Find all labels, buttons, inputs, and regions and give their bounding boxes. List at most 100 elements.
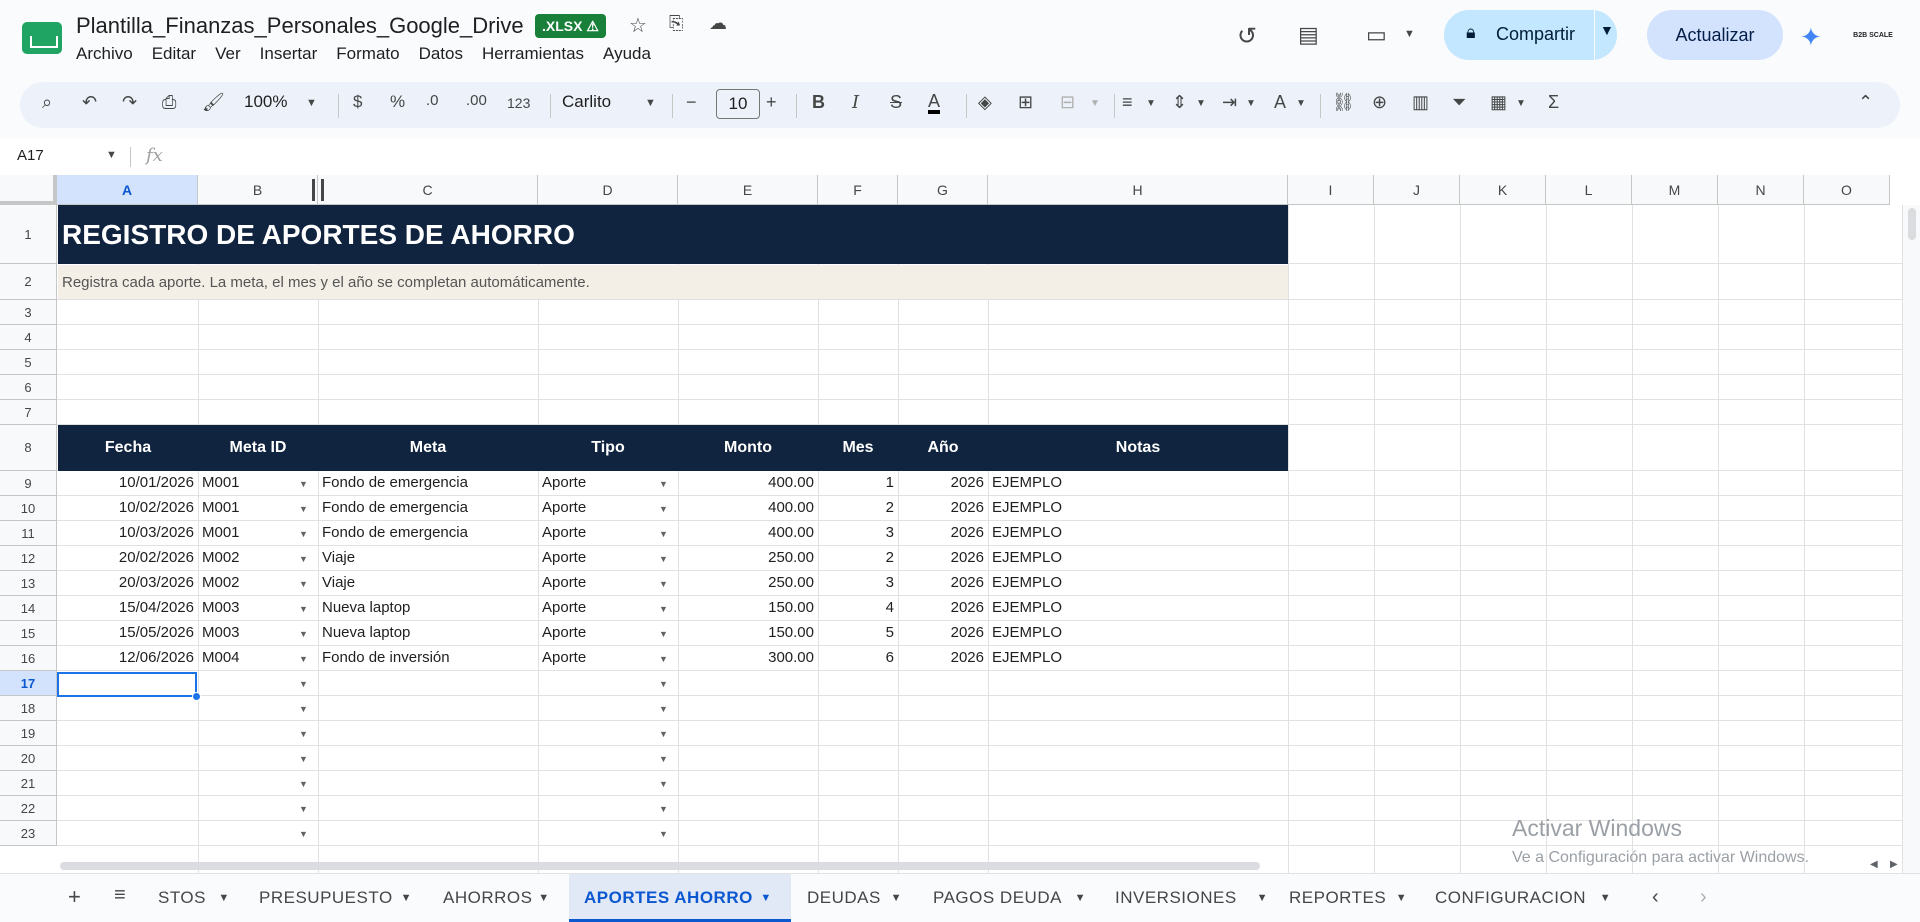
meta-id-dropdown-icon[interactable]: ▼ (299, 829, 308, 839)
tipo-dropdown-icon[interactable]: ▼ (659, 504, 668, 514)
sheet-tab-menu-icon[interactable]: ▼ (1600, 892, 1611, 904)
cell-anio[interactable]: 2026 (898, 649, 984, 666)
cell-fecha[interactable]: 10/02/2026 (57, 499, 194, 516)
row-header-1[interactable]: 1 (0, 205, 57, 264)
cell-anio[interactable]: 2026 (898, 474, 984, 491)
cell-mes[interactable]: 3 (818, 574, 894, 591)
vertical-align-icon[interactable]: ⇕ (1172, 92, 1187, 113)
meta-id-dropdown-icon[interactable]: ▼ (299, 704, 308, 714)
row-header-19[interactable]: 19 (0, 721, 57, 746)
share-dropdown-icon[interactable]: ▼ (1600, 22, 1614, 38)
row-header-5[interactable]: 5 (0, 350, 57, 375)
cell-fecha[interactable]: 10/01/2026 (57, 474, 194, 491)
cell-tipo[interactable]: Aporte (542, 549, 586, 566)
tipo-dropdown-icon[interactable]: ▼ (659, 604, 668, 614)
cell-mes[interactable]: 5 (818, 624, 894, 641)
sheet-tab-menu-icon[interactable]: ▼ (760, 892, 771, 904)
insert-link-icon[interactable]: ⛓ (1332, 92, 1355, 113)
tipo-dropdown-icon[interactable]: ▼ (659, 654, 668, 664)
tipo-dropdown-icon[interactable]: ▼ (659, 479, 668, 489)
cell-meta-id[interactable]: M003 (202, 624, 240, 641)
tipo-dropdown-icon[interactable]: ▼ (659, 804, 668, 814)
cell-anio[interactable]: 2026 (898, 574, 984, 591)
sheet-tab-menu-icon[interactable]: ▼ (1257, 892, 1268, 904)
row-header-15[interactable]: 15 (0, 621, 57, 646)
currency-format-button[interactable]: $ (353, 92, 362, 112)
meta-id-dropdown-icon[interactable]: ▼ (299, 504, 308, 514)
cell-meta-id[interactable]: M001 (202, 524, 240, 541)
sheet-tab-menu-icon[interactable]: ▼ (538, 892, 549, 904)
column-header-f[interactable]: F (818, 175, 898, 205)
tipo-dropdown-icon[interactable]: ▼ (659, 754, 668, 764)
tipo-dropdown-icon[interactable]: ▼ (659, 729, 668, 739)
row-header-20[interactable]: 20 (0, 746, 57, 771)
add-sheet-icon[interactable]: + (68, 884, 81, 910)
header-fecha[interactable]: Fecha (58, 439, 198, 457)
cell-meta[interactable]: Nueva laptop (322, 599, 410, 616)
header-anio[interactable]: Año (898, 439, 988, 457)
sheet-tab-menu-icon[interactable]: ▼ (1075, 892, 1086, 904)
cell-monto[interactable]: 400.00 (678, 499, 814, 516)
cell-monto[interactable]: 250.00 (678, 574, 814, 591)
document-title[interactable]: Plantilla_Finanzas_Personales_Google_Dri… (76, 13, 524, 39)
header-mes[interactable]: Mes (818, 439, 898, 457)
menu-herramientas[interactable]: Herramientas (482, 44, 594, 64)
font-size-input[interactable]: 10 (716, 89, 760, 119)
version-history-icon[interactable]: ↺ (1237, 22, 1257, 51)
share-button[interactable]: 🔒︎ Compartir ▼ (1444, 10, 1617, 60)
cell-fecha[interactable]: 15/04/2026 (57, 599, 194, 616)
cell-tipo[interactable]: Aporte (542, 574, 586, 591)
update-button[interactable]: Actualizar (1647, 10, 1783, 60)
text-wrapping-icon[interactable]: ⇥ (1222, 92, 1237, 113)
spreadsheet-grid[interactable]: ABCDEFGHIJKLMNO 1 2 3 4 5 6 7 8 9 10 11 12 13 14 15 16 1… (0, 175, 1920, 873)
cell-anio[interactable]: 2026 (898, 599, 984, 616)
cell-anio[interactable]: 2026 (898, 524, 984, 541)
horizontal-align-icon[interactable]: ≡ (1122, 92, 1133, 113)
vertical-scrollbar[interactable] (1902, 205, 1920, 873)
sheet-tab-inversiones[interactable]: INVERSIONES (1115, 888, 1237, 908)
cell-mes[interactable]: 2 (818, 499, 894, 516)
header-meta[interactable]: Meta (318, 439, 538, 457)
cloud-status-icon[interactable]: ☁ (709, 13, 727, 34)
column-header-m[interactable]: M (1632, 175, 1718, 205)
meta-id-dropdown-icon[interactable]: ▼ (299, 579, 308, 589)
cell-meta[interactable]: Viaje (322, 574, 355, 591)
sheet-subtitle[interactable]: Registra cada aporte. La meta, el mes y … (62, 274, 590, 291)
sheet-tab-pagos-deuda[interactable]: PAGOS DEUDA (933, 888, 1062, 908)
meta-id-dropdown-icon[interactable]: ▼ (299, 629, 308, 639)
row-header-23[interactable]: 23 (0, 821, 57, 846)
tipo-dropdown-icon[interactable]: ▼ (659, 829, 668, 839)
previous-sheet-icon[interactable]: ‹ (1652, 886, 1659, 909)
column-resize-handle[interactable] (312, 179, 324, 201)
next-sheet-icon[interactable]: › (1700, 886, 1707, 909)
row-header-12[interactable]: 12 (0, 546, 57, 571)
name-box[interactable]: A17 (17, 147, 44, 164)
table-views-icon[interactable]: ▦ (1490, 92, 1507, 113)
row-header-13[interactable]: 13 (0, 571, 57, 596)
row-header-10[interactable]: 10 (0, 496, 57, 521)
merge-dropdown-icon[interactable]: ▼ (1090, 98, 1100, 109)
cell-notas[interactable]: EJEMPLO (992, 599, 1062, 616)
cell-meta[interactable]: Fondo de inversión (322, 649, 450, 666)
meta-id-dropdown-icon[interactable]: ▼ (299, 779, 308, 789)
sheet-tab-deudas[interactable]: DEUDAS (807, 888, 881, 908)
menu-datos[interactable]: Datos (419, 44, 473, 64)
sheet-tab-menu-icon[interactable]: ▼ (1396, 892, 1407, 904)
cell-notas[interactable]: EJEMPLO (992, 574, 1062, 591)
sheet-tab-configuracion[interactable]: CONFIGURACION (1435, 888, 1586, 908)
cell-mes[interactable]: 1 (818, 474, 894, 491)
row-header-16[interactable]: 16 (0, 646, 57, 671)
column-header-k[interactable]: K (1460, 175, 1546, 205)
bold-icon[interactable]: B (812, 92, 825, 113)
cell-fecha[interactable]: 10/03/2026 (57, 524, 194, 541)
cell-anio[interactable]: 2026 (898, 624, 984, 641)
decrease-decimal-button[interactable]: .0 (426, 92, 439, 109)
column-header-d[interactable]: D (538, 175, 678, 205)
sheet-tab-menu-icon[interactable]: ▼ (401, 892, 412, 904)
row-header-21[interactable]: 21 (0, 771, 57, 796)
tipo-dropdown-icon[interactable]: ▼ (659, 779, 668, 789)
header-notas[interactable]: Notas (988, 439, 1288, 457)
cell-monto[interactable]: 400.00 (678, 524, 814, 541)
strikethrough-icon[interactable]: S (890, 92, 902, 113)
row-header-2[interactable]: 2 (0, 264, 57, 300)
